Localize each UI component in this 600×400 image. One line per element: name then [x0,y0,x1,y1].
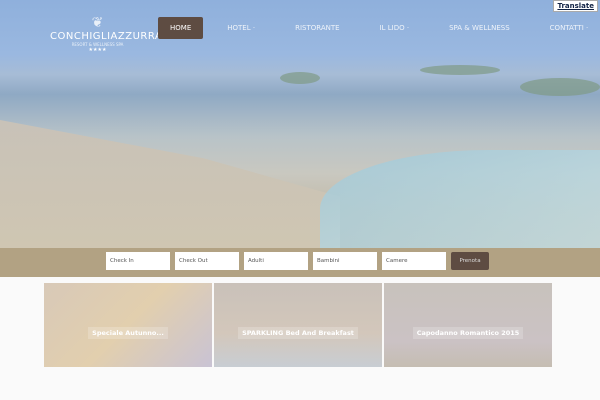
translate-button[interactable]: Translate [553,0,598,12]
offer-card[interactable]: Speciale Autunno... [44,283,212,367]
booking-bar: Check In Check Out Adulti Bambini Camere… [0,248,600,277]
children-input[interactable]: Bambini [313,252,377,270]
offer-card[interactable]: SPARKLING Bed And Breakfast [214,283,382,367]
adults-input[interactable]: Adulti [244,252,308,270]
nav-home[interactable]: HOME [158,17,204,39]
nav-lido[interactable]: IL LIDO · [360,17,430,39]
nav-hotel[interactable]: HOTEL · [207,17,275,39]
shell-icon: ❦ [91,15,104,31]
rooms-input[interactable]: Camere [382,252,446,270]
nav-ristorante[interactable]: RISTORANTE [275,17,359,39]
main-nav: HOME HOTEL · RISTORANTE IL LIDO · SPA & … [158,17,600,39]
nav-contatti[interactable]: CONTATTI · [530,17,600,39]
offer-card[interactable]: Capodanno Romantico 2015 [384,283,552,367]
book-button[interactable]: Prenota [451,252,489,270]
logo[interactable]: ❦ CONCHIGLIAZZURRA RESORT & WELLNESS SPA… [50,15,162,53]
check-in-input[interactable]: Check In [106,252,170,270]
nav-spa[interactable]: SPA & WELLNESS [429,17,530,39]
check-out-input[interactable]: Check Out [175,252,239,270]
